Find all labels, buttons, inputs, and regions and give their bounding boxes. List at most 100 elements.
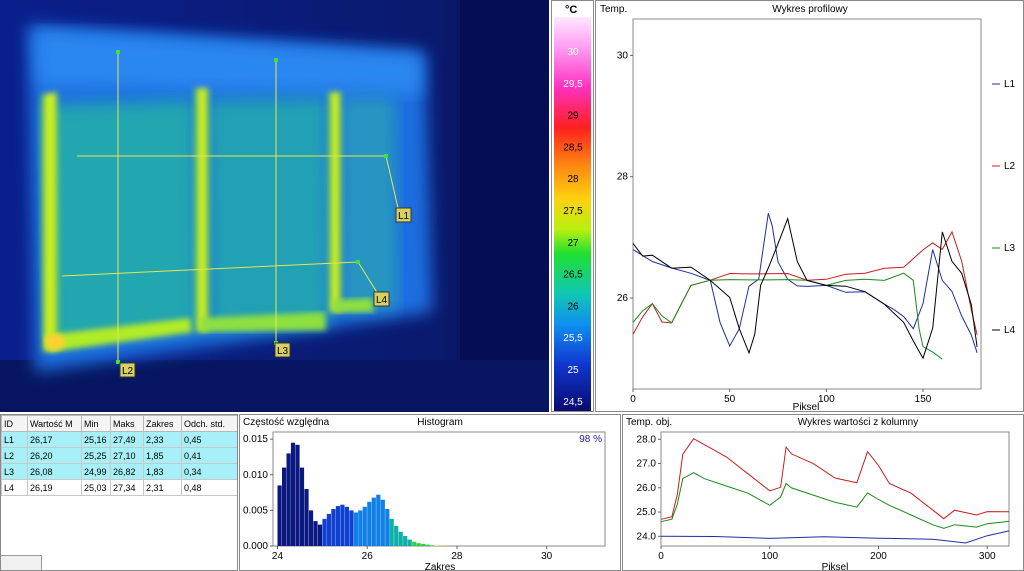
y-tick-label: 26	[617, 293, 629, 304]
histogram-bar	[308, 510, 314, 546]
scale-tick-label: 24,5	[563, 397, 583, 408]
table-row[interactable]: L3 26,08 24,99 26,82 1,83 0,34	[1, 463, 237, 480]
histogram-bar	[290, 442, 296, 546]
y-tick-label: 0.000	[243, 541, 268, 552]
x-tick-label: 24	[272, 551, 284, 562]
histogram-bar	[295, 444, 300, 546]
scale-tick-label: 29,5	[563, 79, 583, 90]
histogram-bar	[286, 453, 291, 546]
scale-tick-label: 29	[567, 111, 579, 122]
histogram-bar	[282, 467, 287, 546]
series-line-l1	[660, 530, 1010, 544]
profile-ylabel: Temp.	[600, 4, 627, 15]
scale-tick-label: 28	[567, 174, 579, 185]
histogram-bar	[371, 497, 376, 546]
series-line-l1	[632, 213, 978, 353]
profile-title: Wykres profilowy	[772, 4, 847, 15]
y-tick-label: 26.0	[637, 483, 657, 494]
col-mean[interactable]: Wartość M	[27, 415, 82, 432]
scale-tick-label: 26,5	[563, 270, 583, 281]
scale-tick-label: 30	[567, 47, 579, 58]
histogram-bar	[322, 518, 327, 546]
histogram-bar	[313, 521, 318, 546]
stats-table: ID Wartość M Min Maks Zakres Odch. std. …	[1, 415, 237, 496]
marker-l1[interactable]: L1	[395, 207, 412, 223]
x-tick-label: 26	[362, 551, 374, 562]
histogram-bar	[299, 467, 305, 546]
x-tick-label: 150	[915, 394, 932, 405]
col-xlabel: Piksel	[822, 562, 849, 571]
histogram-bar	[277, 485, 282, 546]
col-title: Wykres wartości z kolumny	[798, 417, 919, 428]
histogram-bar	[317, 524, 323, 546]
series-line-l2	[632, 230, 978, 335]
x-tick-label: 0	[658, 551, 664, 562]
col-max[interactable]: Maks	[110, 415, 144, 432]
hist-ylabel: Częstość względna	[243, 417, 330, 428]
scale-tick-label: 28,5	[563, 142, 583, 153]
y-tick-label: 0.015	[243, 434, 268, 445]
series-line-l2	[660, 438, 1010, 520]
y-tick-label: 28.0	[637, 434, 657, 445]
col-min[interactable]: Min	[81, 415, 111, 432]
histogram-bar	[353, 512, 358, 546]
thermal-image[interactable]: L1 L2 L3 L4	[0, 0, 549, 412]
x-tick-label: 200	[870, 551, 887, 562]
histogram-bar	[407, 539, 412, 546]
histogram-bar	[326, 513, 331, 546]
y-tick-label: 30	[617, 50, 629, 61]
histogram-bar	[385, 509, 390, 546]
histogram-bar	[394, 526, 399, 546]
y-tick-label: 24.0	[637, 531, 657, 542]
histogram-bar	[335, 506, 340, 546]
table-row[interactable]: L4 26,19 25,03 27,34 2,31 0,48	[1, 479, 237, 496]
scale-tick-label: 26	[567, 301, 579, 312]
svg-text:L4: L4	[376, 295, 388, 306]
table-row[interactable]: L2 26,20 25,25 27,10 1,85 0,41	[1, 447, 237, 464]
table-scrollbar[interactable]	[1, 555, 42, 570]
histogram-bar	[425, 544, 430, 546]
y-tick-label: 28	[617, 172, 629, 183]
y-tick-label: 0.005	[243, 505, 268, 516]
scale-tick-label: 27	[567, 238, 579, 249]
histogram-bar	[376, 494, 381, 546]
histogram-bar	[358, 510, 363, 546]
col-range[interactable]: Zakres	[143, 415, 182, 432]
svg-text:L2: L2	[122, 366, 134, 377]
histogram-bar	[416, 543, 421, 546]
table-row[interactable]: L1 26,17 25,16 27,49 2,33 0,45	[1, 431, 237, 448]
histogram-bar	[304, 489, 309, 546]
histogram-bar	[380, 499, 385, 546]
histogram-bar	[340, 504, 345, 546]
x-tick-label: 28	[451, 551, 463, 562]
y-tick-label: 0.010	[243, 470, 268, 481]
histogram-bar	[367, 501, 372, 546]
marker-l4[interactable]: L4	[373, 291, 390, 307]
col-ylabel: Temp. obj.	[626, 417, 672, 428]
marker-l2[interactable]: L2	[119, 362, 136, 378]
histogram-bar	[398, 531, 403, 547]
marker-l3[interactable]: L3	[274, 342, 291, 358]
y-tick-label: 27.0	[637, 459, 657, 470]
col-id[interactable]: ID	[1, 415, 28, 432]
svg-text:L1: L1	[398, 211, 410, 222]
x-tick-label: 30	[541, 551, 553, 562]
x-tick-label: 300	[979, 551, 996, 562]
histogram-bar	[430, 545, 435, 546]
stats-table-panel: ID Wartość M Min Maks Zakres Odch. std. …	[0, 414, 238, 571]
x-tick-label: 0	[630, 394, 636, 405]
legend-label-l4: L4	[1004, 325, 1016, 336]
y-tick-label: 25.0	[637, 507, 657, 518]
hist-percent: 98 %	[579, 434, 602, 445]
histogram-bar	[421, 543, 426, 546]
svg-text:L3: L3	[277, 346, 289, 357]
histogram-bar	[403, 536, 408, 546]
histogram-bar	[344, 506, 349, 546]
histogram-panel: Częstość względna Histogram 98 % Zakres …	[239, 414, 621, 571]
col-std[interactable]: Odch. std.	[181, 415, 237, 432]
histogram-bar	[349, 510, 354, 546]
histogram-bar	[412, 541, 417, 546]
profile-xlabel: Piksel	[793, 402, 820, 412]
series-line-l3	[660, 472, 1010, 529]
series-line-l3	[632, 272, 943, 360]
